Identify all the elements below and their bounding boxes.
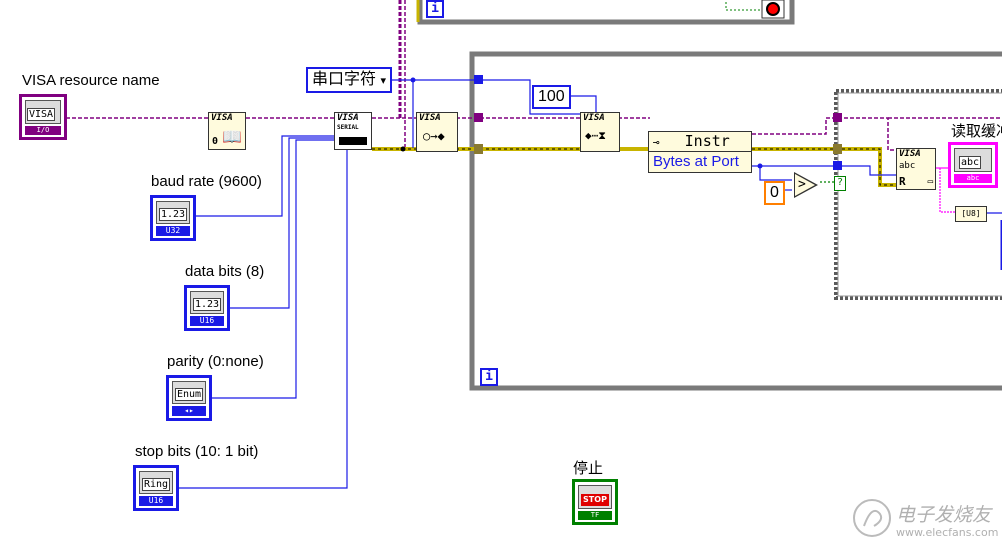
- data-bits-control[interactable]: 1.23 U16: [184, 285, 230, 331]
- visa-resource-label: VISA resource name: [22, 72, 160, 89]
- baud-rate-tag: U32: [156, 226, 190, 236]
- visa-open-node[interactable]: VISA 0 📖: [208, 112, 246, 150]
- stop-bits-label: stop bits (10: 1 bit): [135, 443, 259, 460]
- flush-arrow-icon: ○→◆: [423, 129, 445, 143]
- read-buffer-indicator: abc abc: [948, 142, 998, 188]
- parity-glyph: Enum: [175, 388, 204, 401]
- visa-read-node[interactable]: VISA abc R ▭: [896, 148, 936, 190]
- serial-ring-constant[interactable]: 串口字符 ▾: [306, 67, 392, 93]
- iteration-terminal-main: i: [480, 368, 498, 386]
- hourglass-icon: ◆⋯⧗: [585, 129, 606, 142]
- visa-read-terminal: R: [899, 175, 906, 188]
- property-class: Instr: [684, 132, 730, 150]
- property-bytes-at-port[interactable]: Bytes at Port: [649, 151, 751, 171]
- stop-bits-glyph: Ring: [142, 478, 171, 491]
- key-icon: ⊸: [653, 136, 660, 149]
- visa-flush-title: VISA: [419, 113, 441, 123]
- baud-rate-control[interactable]: 1.23 U32: [150, 195, 196, 241]
- serial-port-icon: [339, 137, 367, 145]
- greater-than-symbol: >: [798, 177, 806, 192]
- stop-button-label: 停止: [573, 460, 604, 477]
- visa-read-sub: abc: [899, 161, 916, 171]
- zero-constant[interactable]: 0: [764, 181, 785, 205]
- open-book-icon: 📖: [222, 127, 242, 146]
- iteration-terminal-top: i: [426, 0, 444, 18]
- visa-open-title: VISA: [211, 113, 233, 123]
- visa-read-title: VISA: [899, 149, 921, 159]
- stop-bits-tag: U16: [139, 496, 173, 506]
- parity-tag: ◂▸: [172, 406, 206, 416]
- visa-resource-tag: I/O: [25, 126, 61, 135]
- timeout-constant[interactable]: 100: [532, 85, 571, 109]
- top-loop-frame: [417, 0, 795, 25]
- parity-label: parity (0:none): [167, 353, 264, 370]
- read-buffer-glyph: abc: [959, 156, 982, 169]
- visa-wait-title: VISA: [583, 113, 605, 123]
- stop-button-tag: TF: [578, 511, 612, 520]
- string-to-byte-array-node[interactable]: [U8]: [955, 206, 987, 222]
- serial-ring-value: 串口字符: [312, 71, 377, 88]
- data-bits-label: data bits (8): [185, 263, 265, 280]
- read-buffer-label: 读取缓冲区: [951, 123, 1002, 140]
- visa-configure-serial-node[interactable]: VISA SERIAL: [334, 112, 372, 150]
- read-data-icon: ▭: [927, 177, 933, 187]
- chevron-down-icon[interactable]: ▾: [380, 75, 386, 87]
- property-node[interactable]: ⊸ Instr Bytes at Port: [648, 131, 752, 173]
- stop-condition-icon[interactable]: [766, 2, 780, 16]
- watermark-logo-icon: [853, 499, 891, 537]
- data-bits-glyph: 1.23: [193, 298, 222, 311]
- stop-glyph: STOP: [581, 494, 609, 506]
- visa-configure-sub: SERIAL: [337, 124, 359, 131]
- visa-open-sub: 0: [212, 136, 219, 147]
- read-buffer-tag: abc: [954, 174, 992, 183]
- baud-rate-label: baud rate (9600): [151, 173, 262, 190]
- watermark-text: 电子发烧友: [896, 504, 992, 526]
- watermark-url: www.elecfans.com: [896, 526, 999, 539]
- stop-bits-control[interactable]: Ring U16: [133, 465, 179, 511]
- visa-wait-node[interactable]: VISA ◆⋯⧗: [580, 112, 620, 152]
- data-bits-tag: U16: [190, 316, 224, 326]
- visa-resource-glyph: VISA: [27, 108, 56, 121]
- block-diagram-canvas: i i ? VISA resource name VISA I/O baud r…: [0, 0, 1002, 548]
- visa-configure-title: VISA: [337, 113, 359, 123]
- visa-flush-node[interactable]: VISA ○→◆: [416, 112, 458, 152]
- visa-resource-control[interactable]: VISA I/O: [19, 94, 67, 140]
- baud-rate-glyph: 1.23: [159, 208, 188, 221]
- parity-control[interactable]: Enum ◂▸: [166, 375, 212, 421]
- stop-button-control[interactable]: STOP TF: [572, 479, 618, 525]
- case-selector-terminal[interactable]: ?: [834, 176, 846, 191]
